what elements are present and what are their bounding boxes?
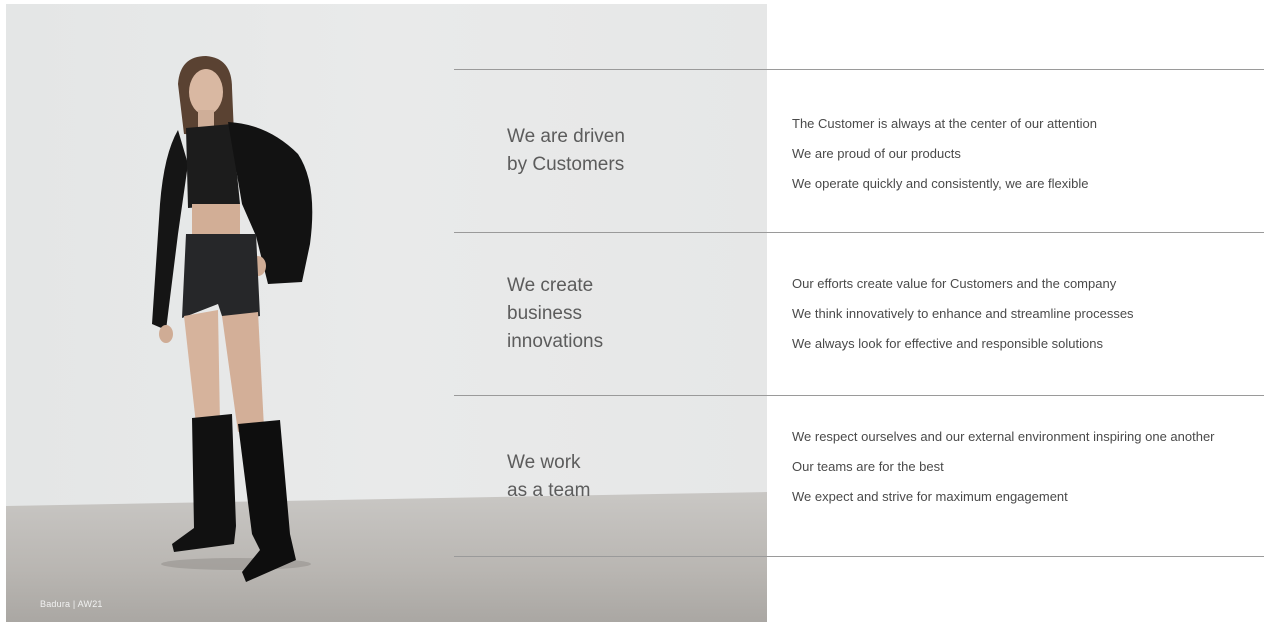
- value-line: We think innovatively to enhance and str…: [792, 306, 1134, 321]
- divider-1: [454, 232, 1264, 233]
- section-values-innovations: Our efforts create value for Customers a…: [792, 274, 1252, 364]
- divider-2: [454, 395, 1264, 396]
- value-line: We respect ourselves and our external en…: [792, 429, 1215, 444]
- value-line: We operate quickly and consistently, we …: [792, 176, 1089, 191]
- value-line: The Customer is always at the center of …: [792, 116, 1097, 131]
- section-heading-customers: We are driven by Customers: [507, 126, 625, 175]
- divider-top: [454, 69, 1264, 70]
- value-line: Our teams are for the best: [792, 459, 944, 474]
- photo-caption: Badura | AW21: [40, 599, 103, 609]
- value-line: We expect and strive for maximum engagem…: [792, 489, 1068, 504]
- section-heading-team: We work as a team: [507, 452, 591, 501]
- section-heading-innovations: We create business innovations: [507, 275, 604, 352]
- section-values-team: We respect ourselves and our external en…: [792, 427, 1242, 517]
- value-line: We always look for effective and respons…: [792, 336, 1103, 351]
- value-line: We are proud of our products: [792, 146, 961, 161]
- divider-bottom: [454, 556, 1264, 557]
- value-line: Our efforts create value for Customers a…: [792, 276, 1117, 291]
- section-values-customers: The Customer is always at the center of …: [792, 114, 1252, 204]
